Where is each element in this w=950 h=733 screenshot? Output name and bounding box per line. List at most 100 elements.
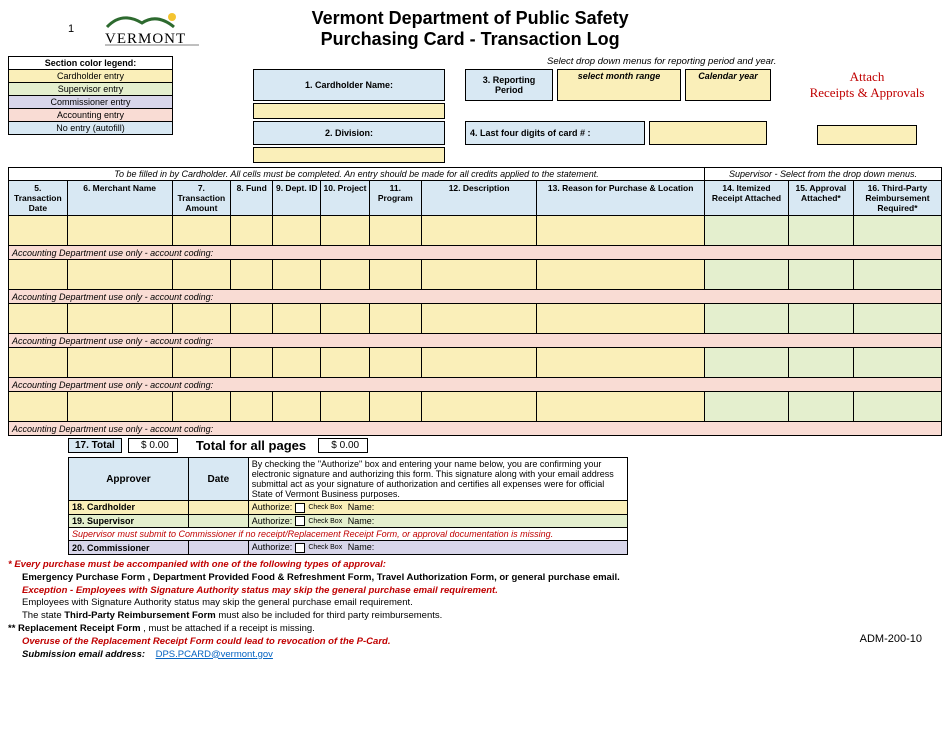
cardholder-cell[interactable]	[172, 260, 231, 290]
last4-input[interactable]	[649, 121, 767, 145]
table-row	[9, 260, 942, 290]
cardholder-cell[interactable]	[9, 260, 68, 290]
color-legend: Section color legend: Cardholder entry S…	[8, 56, 173, 135]
accounting-coding-row: Accounting Department use only - account…	[9, 378, 942, 392]
supervisor-cell[interactable]	[788, 216, 853, 246]
cardholder-cell[interactable]	[369, 216, 421, 246]
supervisor-cell[interactable]	[705, 348, 789, 378]
supervisor-authorize-checkbox[interactable]	[295, 516, 305, 526]
cardholder-cell[interactable]	[273, 260, 321, 290]
cardholder-cell[interactable]	[422, 392, 537, 422]
cardholder-cell[interactable]	[369, 304, 421, 334]
cardholder-name-input[interactable]	[253, 103, 445, 119]
svg-text:VERMONT: VERMONT	[105, 31, 186, 47]
cardholder-authorize-checkbox[interactable]	[295, 503, 305, 513]
reporting-month-select[interactable]: select month range	[557, 69, 681, 101]
cardholder-cell[interactable]	[172, 348, 231, 378]
cardholder-cell[interactable]	[273, 304, 321, 334]
cardholder-cell[interactable]	[67, 216, 172, 246]
supervisor-cell[interactable]	[705, 216, 789, 246]
cardholder-cell[interactable]	[422, 260, 537, 290]
cardholder-cell[interactable]	[172, 304, 231, 334]
cardholder-cell[interactable]	[9, 348, 68, 378]
cardholder-cell[interactable]	[369, 348, 421, 378]
form-id: ADM-200-10	[860, 633, 922, 645]
supervisor-sign-row: 19. Supervisor Authorize: Check Box Name…	[69, 514, 628, 528]
cardholder-cell[interactable]	[273, 348, 321, 378]
cardholder-cell[interactable]	[231, 216, 273, 246]
table-row	[9, 348, 942, 378]
supervisor-cell[interactable]	[705, 392, 789, 422]
cardholder-cell[interactable]	[537, 304, 705, 334]
cardholder-cell[interactable]	[369, 260, 421, 290]
transaction-table: To be filled in by Cardholder. All cells…	[8, 167, 942, 436]
supervisor-cell[interactable]	[705, 260, 789, 290]
cardholder-cell[interactable]	[67, 304, 172, 334]
authorization-note: By checking the "Authorize" box and ente…	[248, 458, 627, 501]
cardholder-cell[interactable]	[67, 260, 172, 290]
supervisor-cell[interactable]	[853, 260, 941, 290]
cardholder-cell[interactable]	[422, 216, 537, 246]
cardholder-cell[interactable]	[537, 216, 705, 246]
division-label: 2. Division:	[253, 121, 445, 145]
accounting-coding-row: Accounting Department use only - account…	[9, 246, 942, 260]
cardholder-cell[interactable]	[231, 392, 273, 422]
submission-email-link[interactable]: DPS.PCARD@vermont.gov	[156, 649, 273, 660]
supervisor-cell[interactable]	[853, 304, 941, 334]
cardholder-cell[interactable]	[422, 304, 537, 334]
reporting-period-label: 3. Reporting Period	[465, 69, 553, 101]
cardholder-cell[interactable]	[321, 260, 369, 290]
cardholder-cell[interactable]	[369, 392, 421, 422]
attach-box[interactable]	[817, 125, 917, 145]
supervisor-cell[interactable]	[705, 304, 789, 334]
supervisor-cell[interactable]	[788, 392, 853, 422]
last4-label: 4. Last four digits of card # :	[465, 121, 645, 145]
page-title: Vermont Department of Public Safety Purc…	[210, 8, 730, 50]
cardholder-cell[interactable]	[537, 392, 705, 422]
table-row	[9, 304, 942, 334]
accounting-coding-row: Accounting Department use only - account…	[9, 290, 942, 304]
approver-table: Approver Date By checking the "Authorize…	[68, 457, 628, 555]
supervisor-warning: Supervisor must submit to Commissioner i…	[69, 528, 628, 541]
cardholder-sign-row: 18. Cardholder Authorize: Check Box Name…	[69, 501, 628, 515]
total-all-label: Total for all pages	[196, 438, 306, 453]
cardholder-cell[interactable]	[231, 260, 273, 290]
table-header-row: 5. Transaction Date 6. Merchant Name 7. …	[9, 181, 942, 216]
supervisor-cell[interactable]	[788, 348, 853, 378]
vermont-logo: VERMONT	[102, 9, 202, 49]
cardholder-cell[interactable]	[273, 216, 321, 246]
supervisor-cell[interactable]	[788, 304, 853, 334]
cardholder-cell[interactable]	[537, 260, 705, 290]
dropdown-note: Select drop down menus for reporting per…	[547, 56, 942, 67]
cardholder-cell[interactable]	[9, 392, 68, 422]
cardholder-cell[interactable]	[67, 348, 172, 378]
cardholder-name-label: 1. Cardholder Name:	[253, 69, 445, 101]
supervisor-cell[interactable]	[853, 392, 941, 422]
division-input[interactable]	[253, 147, 445, 163]
cardholder-cell[interactable]	[321, 348, 369, 378]
cardholder-cell[interactable]	[231, 304, 273, 334]
cardholder-cell[interactable]	[172, 216, 231, 246]
commissioner-authorize-checkbox[interactable]	[295, 543, 305, 553]
accounting-coding-row: Accounting Department use only - account…	[9, 422, 942, 436]
cardholder-cell[interactable]	[321, 392, 369, 422]
cardholder-cell[interactable]	[9, 216, 68, 246]
cardholder-cell[interactable]	[67, 392, 172, 422]
reporting-year-select[interactable]: Calendar year	[685, 69, 771, 101]
total-17-label: 17. Total	[68, 438, 122, 453]
cardholder-cell[interactable]	[231, 348, 273, 378]
header: 1 VERMONT Vermont Department of Public S…	[8, 8, 942, 50]
cardholder-cell[interactable]	[422, 348, 537, 378]
page-number: 1	[68, 23, 74, 35]
cardholder-cell[interactable]	[321, 216, 369, 246]
cardholder-cell[interactable]	[172, 392, 231, 422]
cardholder-cell[interactable]	[537, 348, 705, 378]
supervisor-cell[interactable]	[853, 348, 941, 378]
cardholder-cell[interactable]	[321, 304, 369, 334]
supervisor-cell[interactable]	[788, 260, 853, 290]
supervisor-cell[interactable]	[853, 216, 941, 246]
cardholder-cell[interactable]	[273, 392, 321, 422]
commissioner-sign-row: 20. Commissioner Authorize: Check Box Na…	[69, 541, 628, 555]
table-row	[9, 392, 942, 422]
cardholder-cell[interactable]	[9, 304, 68, 334]
